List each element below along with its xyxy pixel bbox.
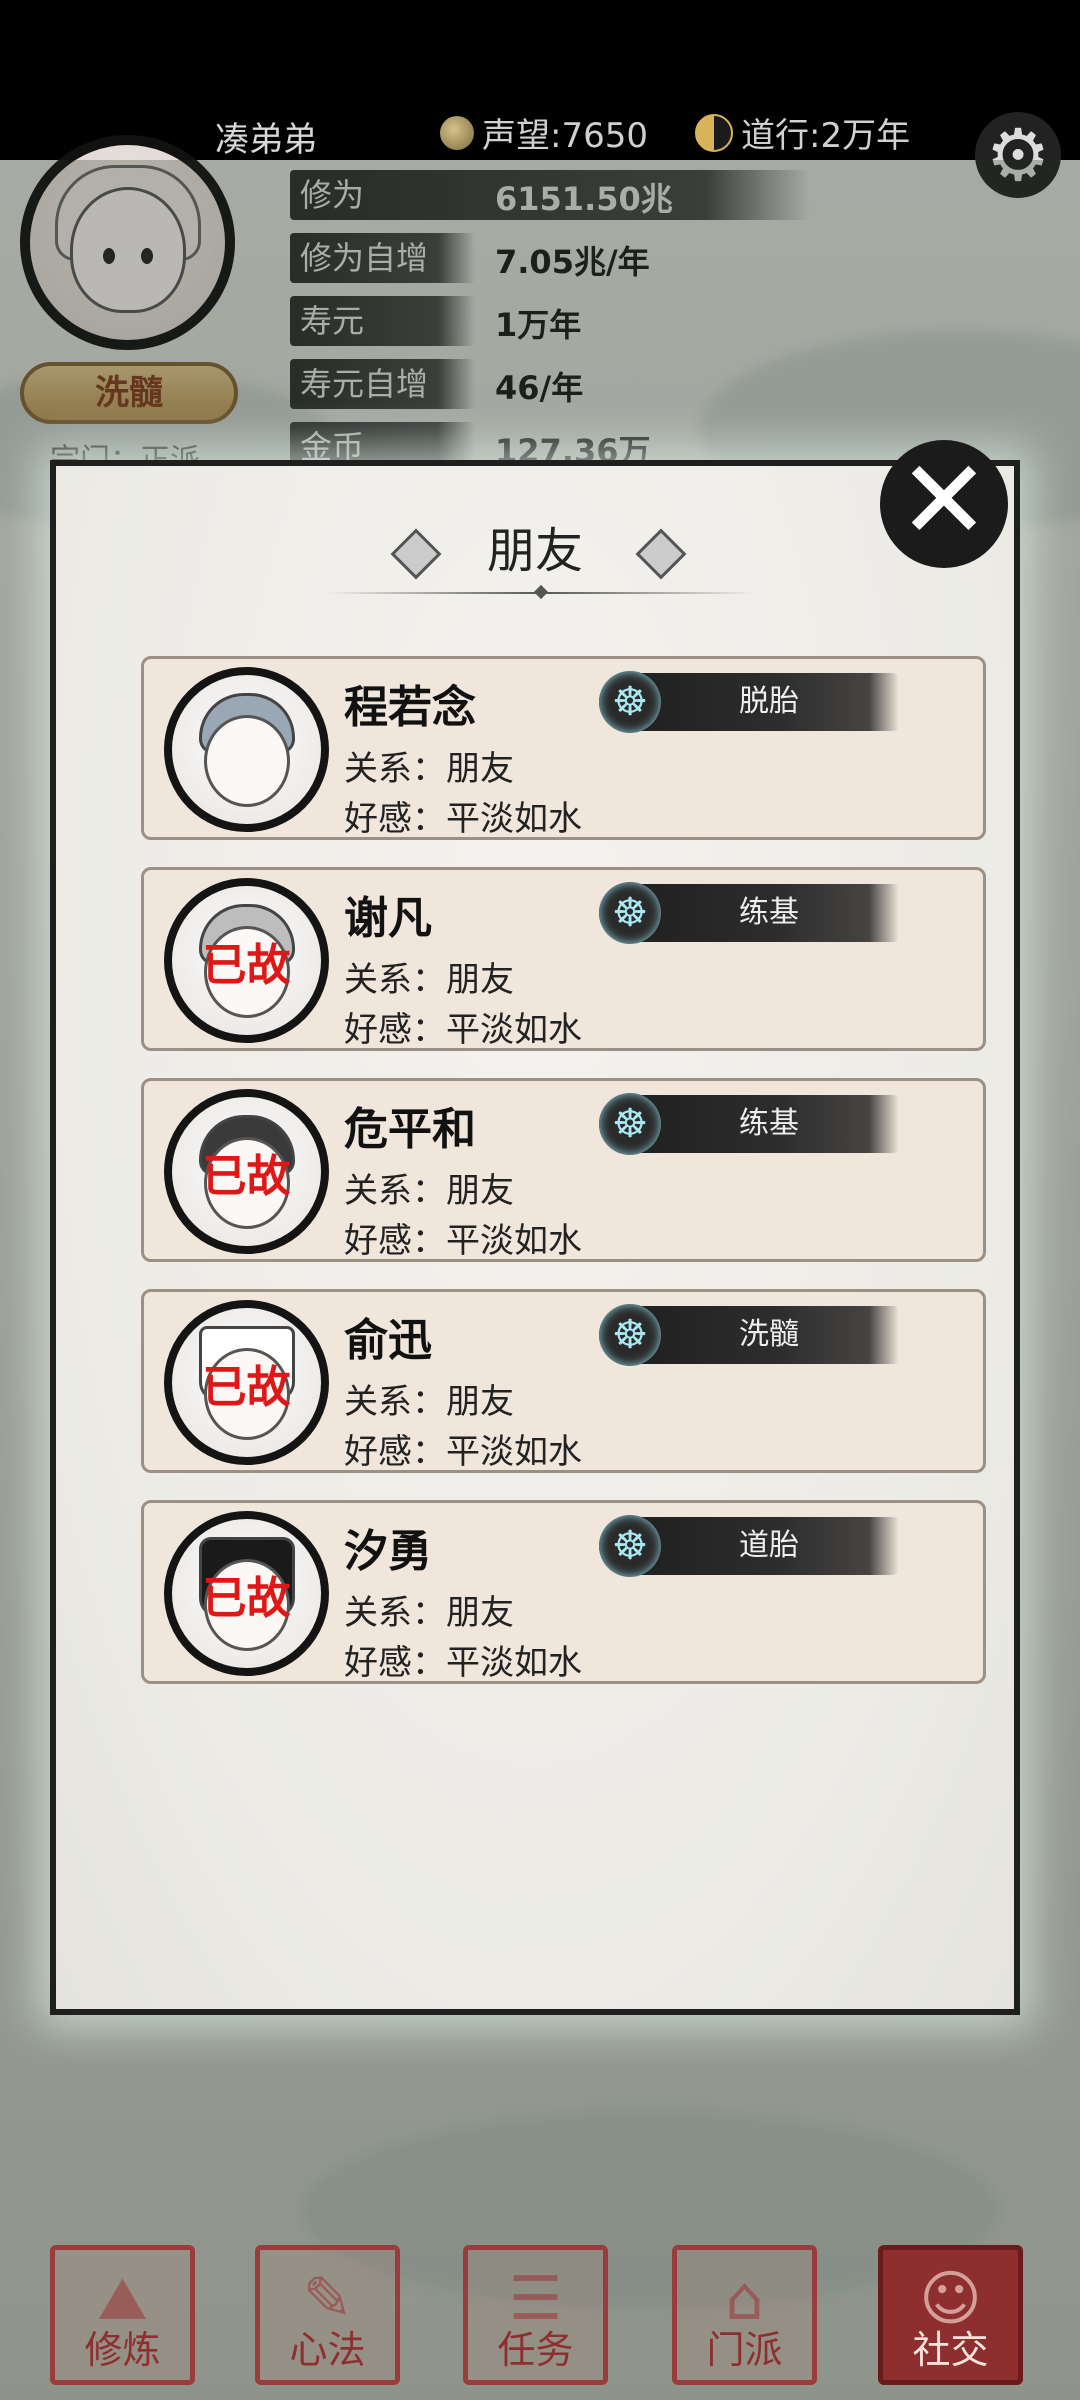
friend-card[interactable]: 已故 汐勇 关系：朋友 好感：平淡如水 ☸ 道胎	[141, 1500, 986, 1684]
friend-card[interactable]: 已故 危平和 关系：朋友 好感：平淡如水 ☸ 练基	[141, 1078, 986, 1262]
friend-relation: 关系：朋友	[344, 960, 514, 1000]
deceased-label: 已故	[202, 1150, 291, 1202]
friend-avatar: 已故	[164, 1089, 329, 1254]
meditation-icon: ☸	[599, 882, 661, 944]
friend-favor: 好感：平淡如水	[344, 799, 582, 839]
deceased-label: 已故	[202, 1361, 291, 1413]
friends-dialog: 朋友 程若念 关系：朋友 好感：平淡如水 ☸ 脱胎 已故 谢凡 关系：朋友 好感…	[50, 460, 1020, 2015]
avatar-face	[203, 715, 290, 808]
friend-realm-badge: ☸ 洗髓	[599, 1304, 899, 1366]
friend-realm: 洗髓	[739, 1317, 799, 1352]
friend-realm-badge: ☸ 道胎	[599, 1515, 899, 1577]
friend-relation: 关系：朋友	[344, 749, 514, 789]
dialog-title: 朋友	[486, 523, 583, 579]
friend-name: 谢凡	[344, 893, 432, 944]
friend-card[interactable]: 程若念 关系：朋友 好感：平淡如水 ☸ 脱胎	[141, 656, 986, 840]
nav-label: 社交	[912, 2328, 989, 2372]
friend-favor: 好感：平淡如水	[344, 1010, 582, 1050]
friend-card[interactable]: 已故 俞迅 关系：朋友 好感：平淡如水 ☸ 洗髓	[141, 1289, 986, 1473]
diamond-ornament-icon	[631, 524, 687, 580]
friend-name: 程若念	[344, 682, 476, 733]
nav-sect-button[interactable]: ⌂ 门派	[672, 2245, 817, 2385]
daoxing-label: 道行:2万年	[741, 116, 911, 156]
coin-icon	[440, 115, 474, 150]
meditation-icon: ☸	[599, 671, 661, 733]
friend-name: 危平和	[344, 1104, 476, 1155]
nav-cultivate-button[interactable]: ⛰ 修炼	[50, 2245, 195, 2385]
friend-realm-badge: ☸ 脱胎	[599, 671, 899, 733]
meditation-icon: ☸	[599, 1515, 661, 1577]
nav-heart-method-button[interactable]: ✎ 心法	[255, 2245, 400, 2385]
nav-label: 心法	[289, 2328, 366, 2372]
friend-realm: 脱胎	[739, 684, 799, 719]
deceased-label: 已故	[202, 939, 291, 991]
friend-realm: 道胎	[739, 1528, 799, 1563]
friend-realm-badge: ☸ 练基	[599, 882, 899, 944]
reputation-stat: 声望:7650	[440, 108, 648, 157]
friend-relation: 关系：朋友	[344, 1171, 514, 1211]
friend-name: 汐勇	[344, 1526, 432, 1577]
divider-ornament	[533, 584, 549, 600]
friend-favor: 好感：平淡如水	[344, 1432, 582, 1472]
friend-card[interactable]: 已故 谢凡 关系：朋友 好感：平淡如水 ☸ 练基	[141, 867, 986, 1051]
friend-favor: 好感：平淡如水	[344, 1221, 582, 1261]
friend-realm: 练基	[739, 895, 799, 930]
nav-task-button[interactable]: ☰ 任务	[463, 2245, 608, 2385]
daoxing-stat: 道行:2万年	[695, 108, 910, 157]
player-name: 凑弟弟	[215, 120, 317, 160]
friend-favor: 好感：平淡如水	[344, 1643, 582, 1683]
nav-label: 修炼	[84, 2328, 161, 2372]
yinyang-icon	[695, 113, 733, 152]
nav-label: 门派	[706, 2328, 783, 2372]
reputation-label: 声望:7650	[482, 116, 648, 156]
meditation-icon: ☸	[599, 1093, 661, 1155]
friend-name: 俞迅	[344, 1315, 432, 1366]
friend-avatar: 已故	[164, 1511, 329, 1676]
nav-social-button[interactable]: ☺ 社交	[878, 2245, 1023, 2385]
friend-relation: 关系：朋友	[344, 1382, 514, 1422]
friend-realm: 练基	[739, 1106, 799, 1141]
nav-label: 任务	[497, 2328, 574, 2372]
friend-realm-badge: ☸ 练基	[599, 1093, 899, 1155]
friend-avatar: 已故	[164, 878, 329, 1043]
friend-avatar	[164, 667, 329, 832]
deceased-label: 已故	[202, 1572, 291, 1624]
meditation-icon: ☸	[599, 1304, 661, 1366]
friend-avatar: 已故	[164, 1300, 329, 1465]
close-icon[interactable]: ✕	[880, 440, 1008, 568]
friend-relation: 关系：朋友	[344, 1593, 514, 1633]
